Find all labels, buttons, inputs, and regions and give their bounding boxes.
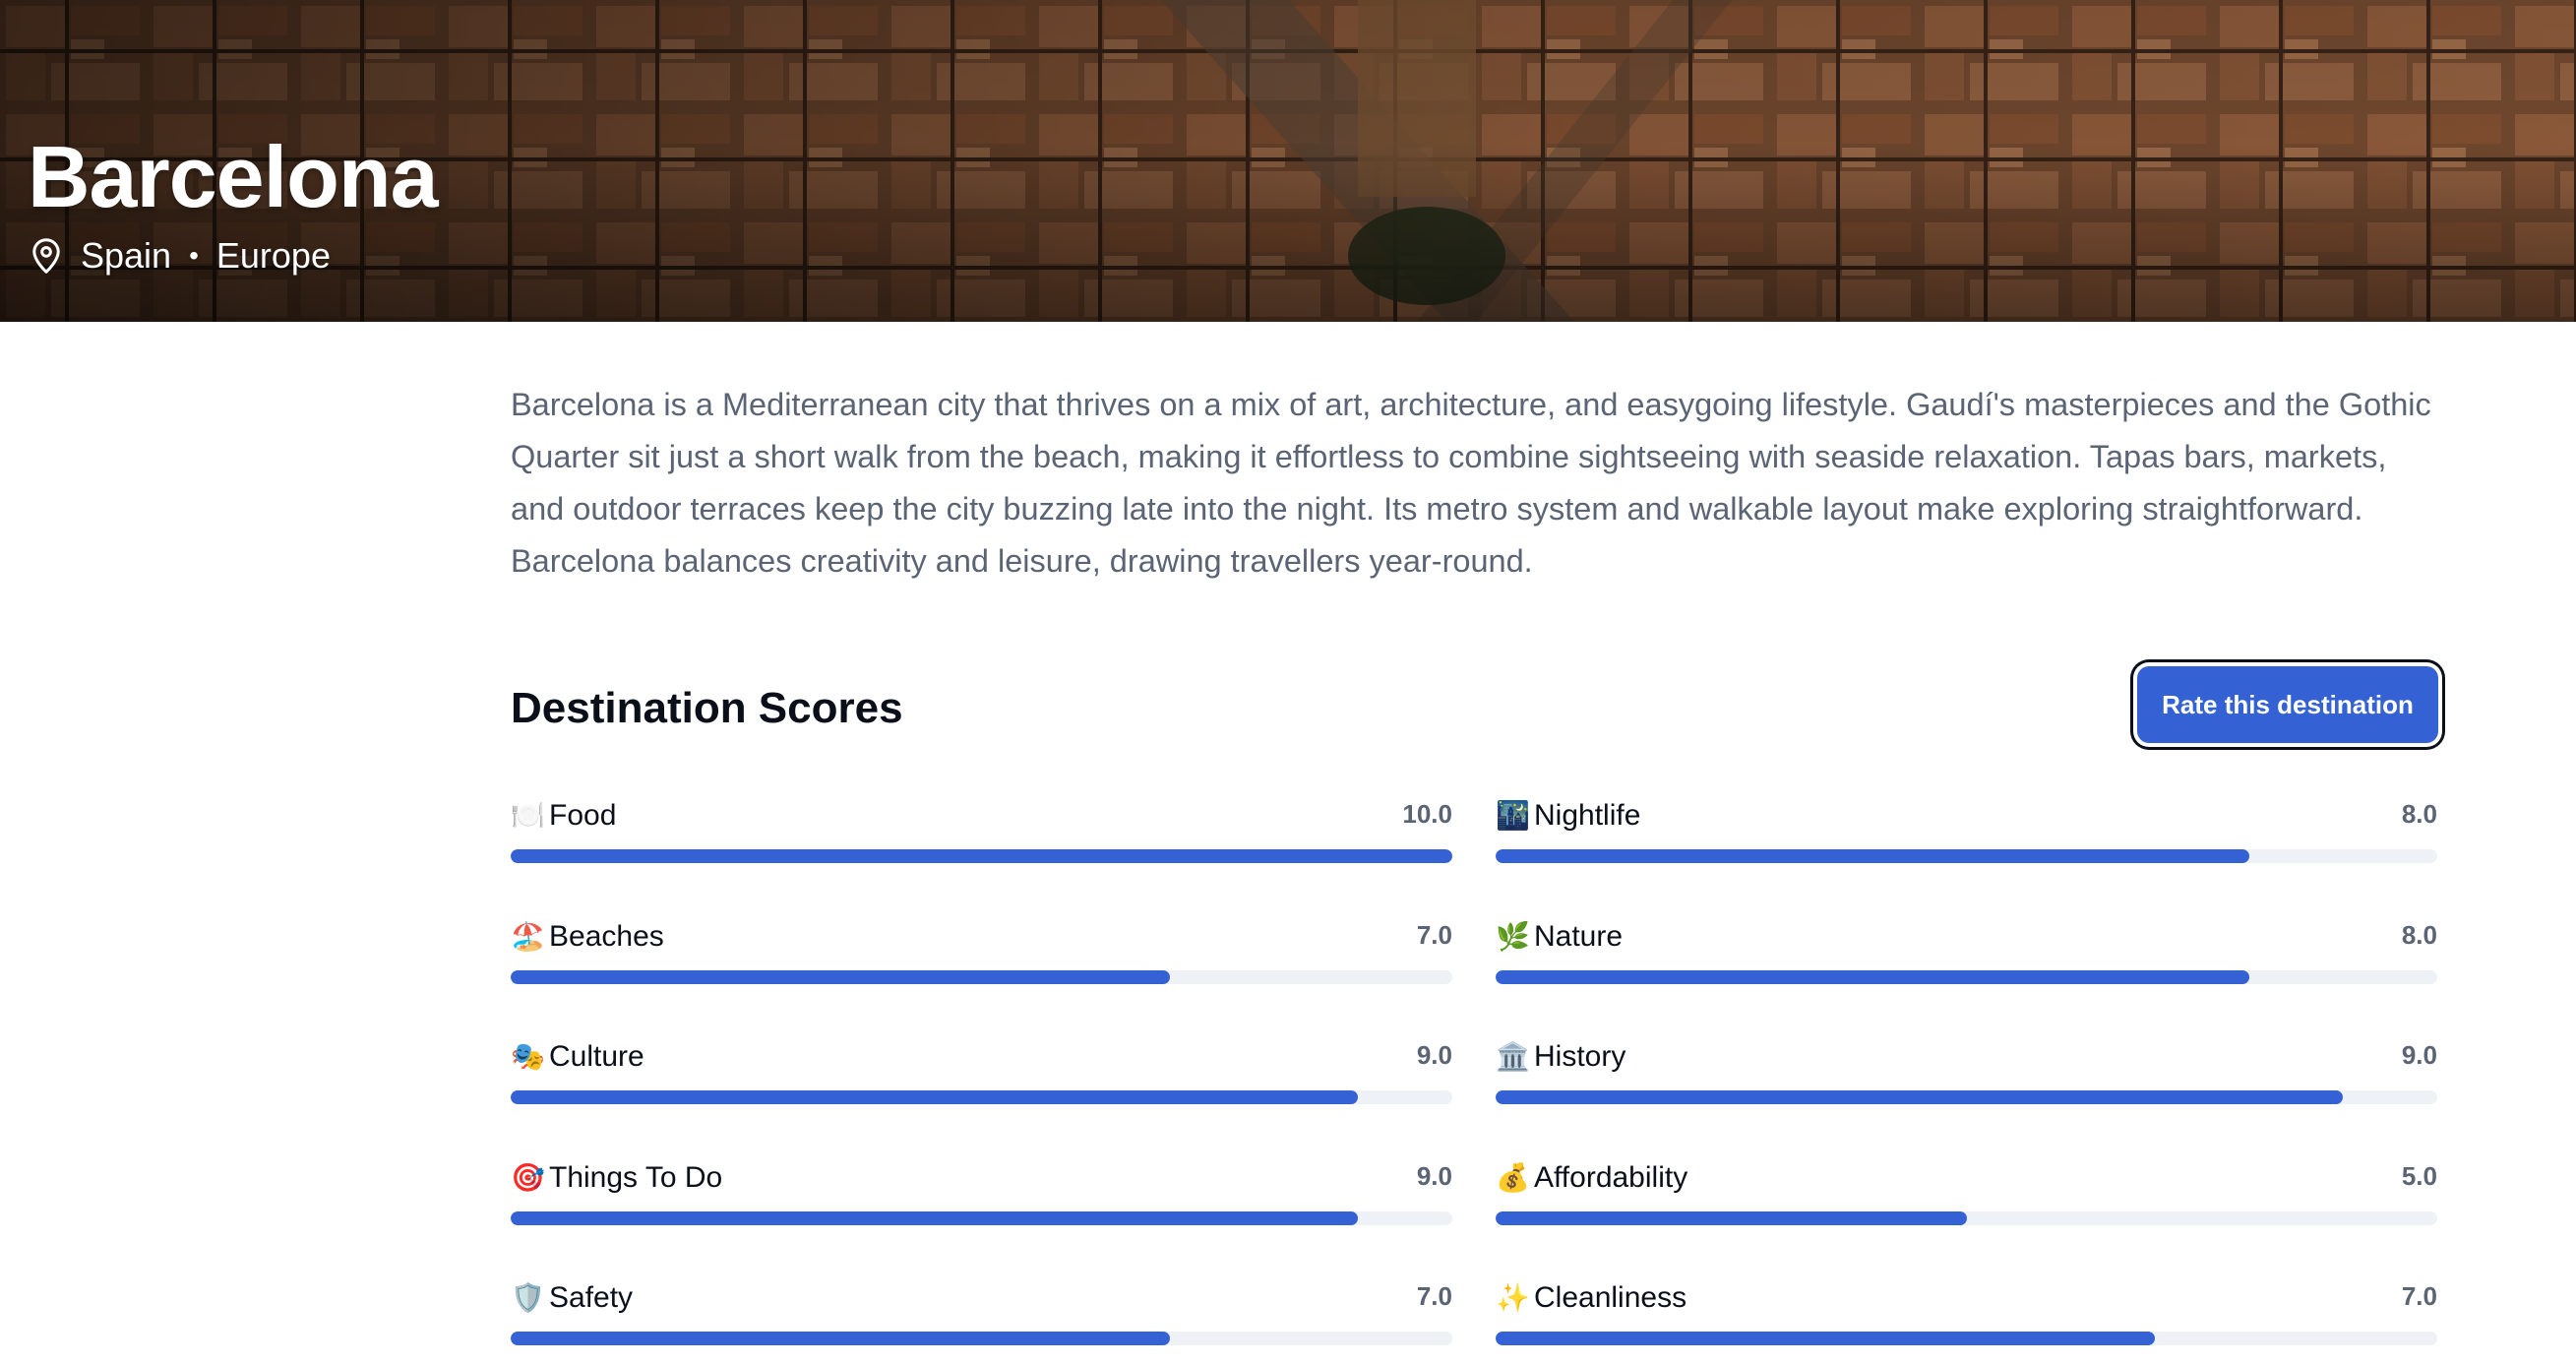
score-item-beaches: 🏖️ Beaches 7.0 <box>511 915 1452 1004</box>
score-label: Cleanliness <box>1534 1281 1687 1314</box>
score-item-affordability: 💰 Affordability 5.0 <box>1496 1156 2437 1245</box>
score-bar-track <box>1496 969 2437 984</box>
scores-title: Destination Scores <box>511 684 903 732</box>
score-bar-fill <box>511 969 1170 984</box>
herb-icon: 🌿 <box>1496 919 1530 953</box>
score-bar-fill <box>1496 969 2249 984</box>
region-label: Europe <box>215 235 331 276</box>
score-item-culture: 🎭 Culture 9.0 <box>511 1035 1452 1124</box>
score-label: History <box>1534 1040 1626 1073</box>
score-bar-track <box>1496 1210 2437 1225</box>
score-bar-track <box>511 849 1452 863</box>
destination-title: Barcelona <box>28 128 439 225</box>
score-item-safety: 🛡️ Safety 7.0 <box>511 1276 1452 1365</box>
score-bar-track <box>511 1090 1452 1104</box>
score-bar-fill <box>511 1210 1359 1225</box>
location-separator: • <box>189 240 199 271</box>
score-value: 9.0 <box>1416 1160 1452 1191</box>
destination-description: Barcelona is a Mediterranean city that t… <box>511 387 2431 579</box>
rate-destination-button[interactable]: Rate this destination <box>2137 666 2438 743</box>
score-value: 7.0 <box>2401 1281 2437 1311</box>
shield-icon: 🛡️ <box>511 1281 545 1314</box>
score-value: 9.0 <box>1416 1040 1452 1070</box>
dart-target-icon: 🎯 <box>511 1160 545 1194</box>
score-value: 5.0 <box>2401 1160 2437 1191</box>
classical-building-icon: 🏛️ <box>1496 1040 1530 1073</box>
score-bar-fill <box>1496 1090 2344 1104</box>
score-value: 7.0 <box>1416 1281 1452 1311</box>
score-bar-fill <box>511 1090 1359 1104</box>
city-night-icon: 🌃 <box>1496 799 1530 832</box>
country-label: Spain <box>81 235 172 276</box>
score-item-history: 🏛️ History 9.0 <box>1496 1035 2437 1124</box>
score-bar-fill <box>511 849 1452 863</box>
beach-icon: 🏖️ <box>511 919 545 953</box>
score-value: 8.0 <box>2401 919 2437 950</box>
score-bar-fill <box>1496 1332 2155 1345</box>
score-bar-fill <box>1496 1210 1967 1225</box>
score-bar-fill <box>1496 849 2249 863</box>
score-item-nature: 🌿 Nature 8.0 <box>1496 915 2437 1004</box>
score-bar-track <box>1496 1332 2437 1345</box>
score-item-things-to-do: 🎯 Things To Do 9.0 <box>511 1156 1452 1245</box>
score-item-nightlife: 🌃 Nightlife 8.0 <box>1496 794 2437 883</box>
score-bar-track <box>1496 1090 2437 1104</box>
score-label: Beaches <box>549 919 664 953</box>
money-bag-icon: 💰 <box>1496 1160 1530 1194</box>
map-pin-icon <box>32 238 60 274</box>
score-item-food: 🍽️ Food 10.0 <box>511 794 1452 883</box>
score-value: 8.0 <box>2401 799 2437 829</box>
score-label: Food <box>549 799 617 832</box>
theater-masks-icon: 🎭 <box>511 1040 545 1073</box>
plate-icon: 🍽️ <box>511 799 545 832</box>
score-bar-track <box>1496 849 2437 863</box>
score-label: Nightlife <box>1534 799 1641 832</box>
score-bar-track <box>511 969 1452 984</box>
score-bar-track <box>511 1332 1452 1345</box>
score-value: 9.0 <box>2401 1040 2437 1070</box>
score-label: Nature <box>1534 919 1624 953</box>
score-bar-fill <box>511 1332 1170 1345</box>
score-value: 10.0 <box>1402 799 1452 829</box>
score-label: Things To Do <box>549 1160 723 1194</box>
score-bar-track <box>511 1210 1452 1225</box>
score-label: Affordability <box>1534 1160 1688 1194</box>
sparkles-icon: ✨ <box>1496 1281 1530 1314</box>
score-label: Safety <box>549 1281 634 1314</box>
score-item-cleanliness: ✨ Cleanliness 7.0 <box>1496 1276 2437 1365</box>
score-label: Culture <box>549 1040 644 1073</box>
destination-location: Spain • Europe <box>30 232 331 279</box>
hero-banner: Barcelona Spain • Europe <box>0 0 2576 322</box>
score-value: 7.0 <box>1416 919 1452 950</box>
